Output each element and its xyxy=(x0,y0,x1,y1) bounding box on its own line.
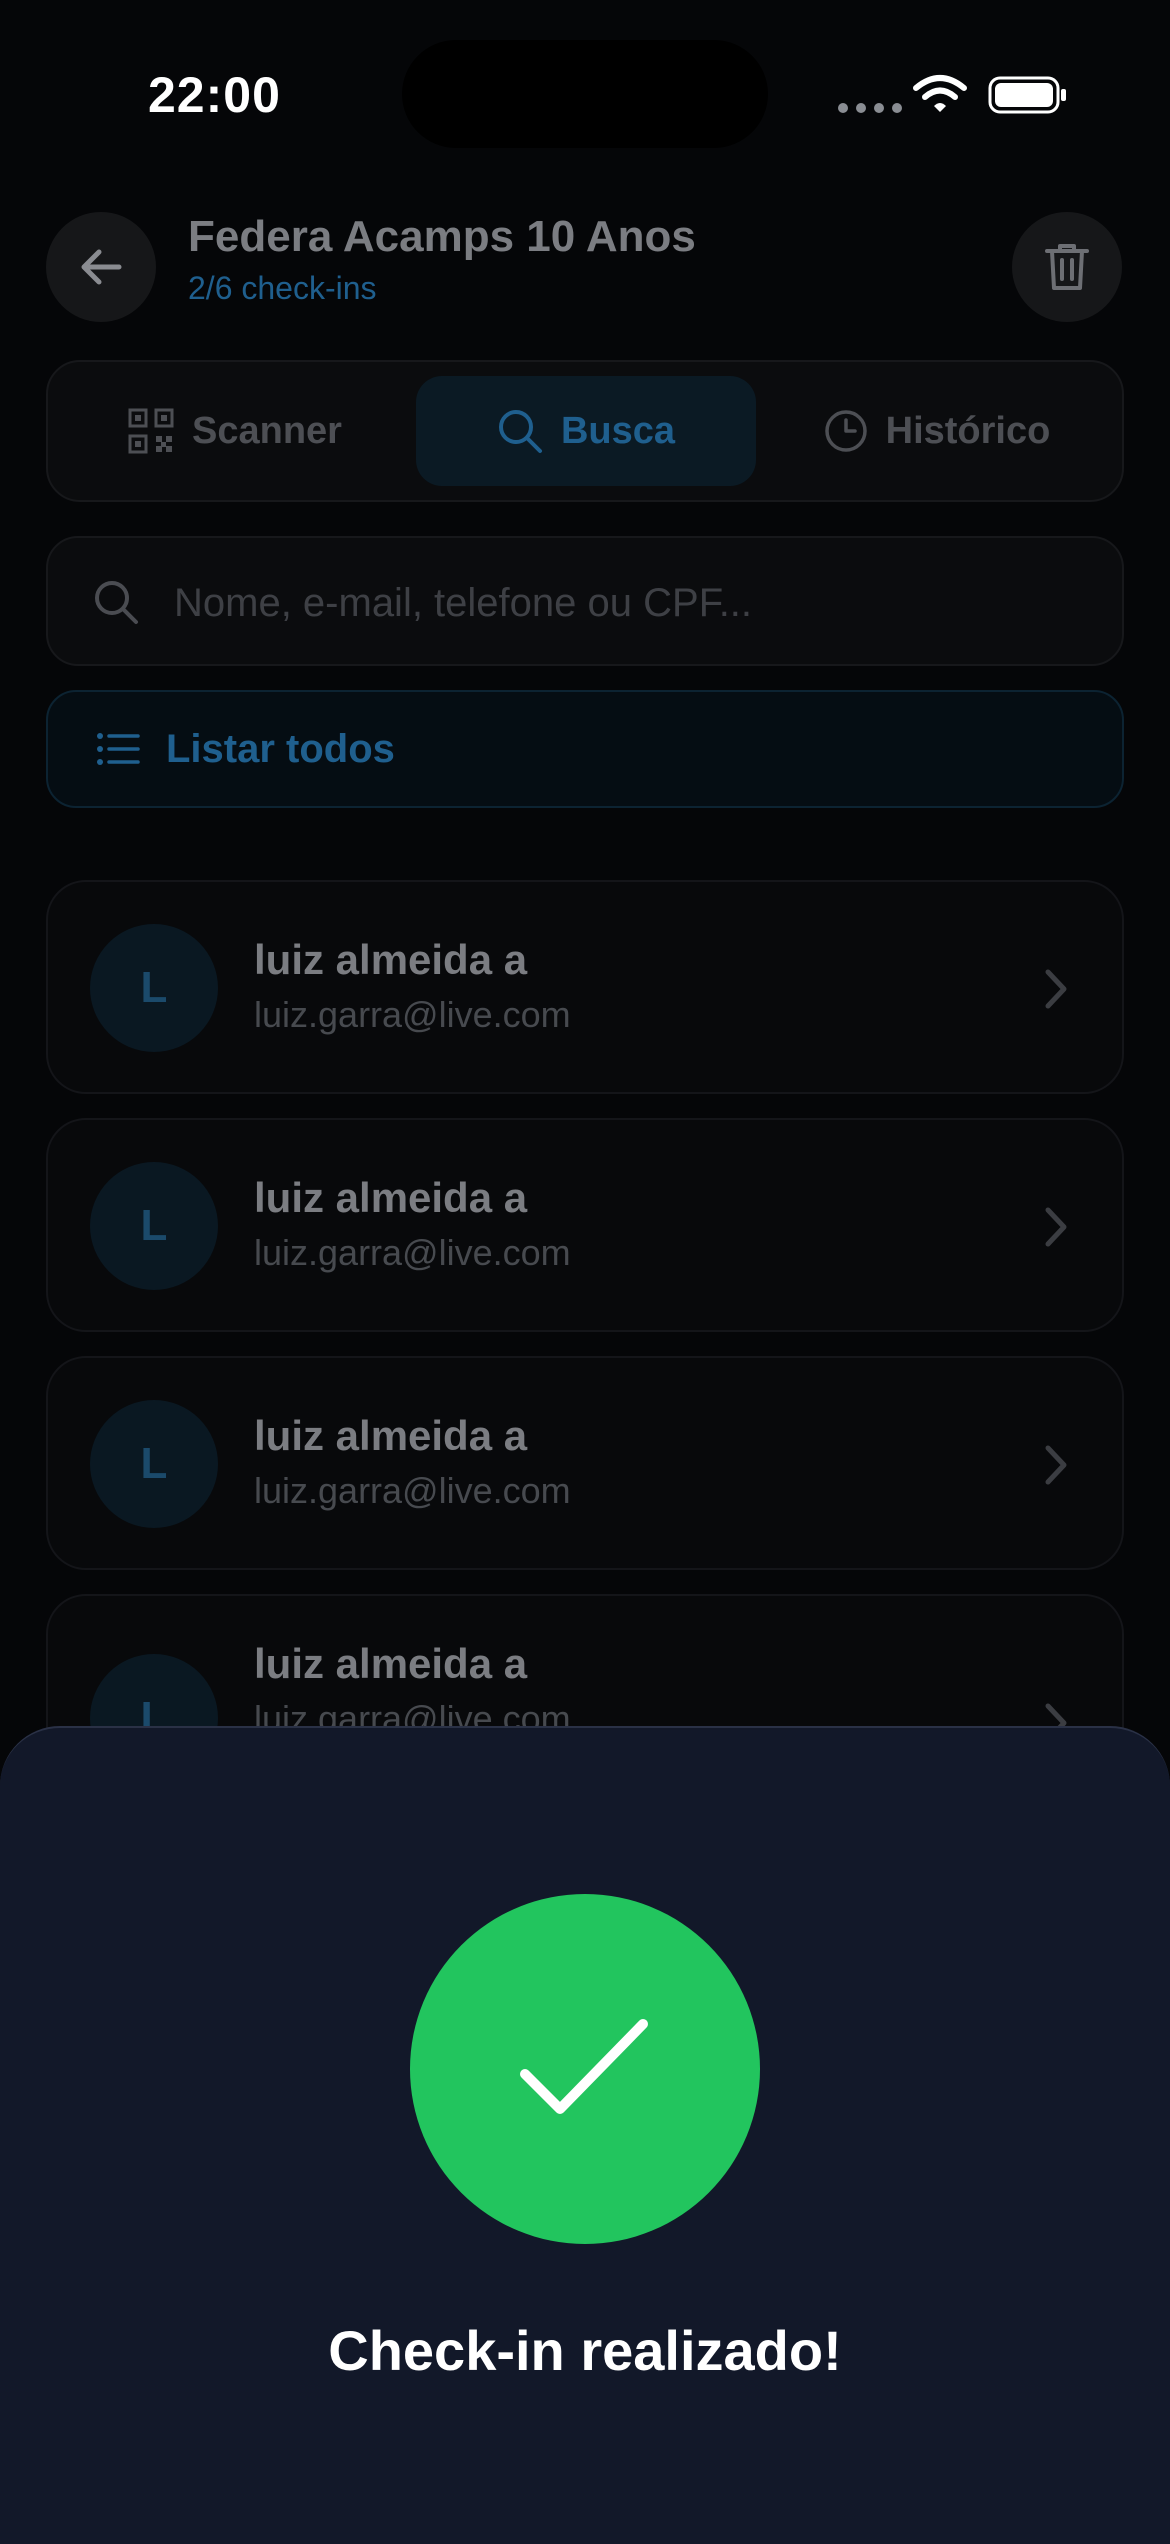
qr-code-icon xyxy=(128,408,174,454)
attendee-name: luiz almeida a xyxy=(254,1412,528,1459)
attendee-email: luiz.garra@live.com xyxy=(254,1232,571,1273)
wifi-icon xyxy=(913,75,967,112)
status-time: 22:00 xyxy=(148,67,281,123)
clock-icon xyxy=(824,410,867,452)
search-input[interactable] xyxy=(174,568,1074,638)
dynamic-island xyxy=(402,40,768,148)
tab-historico-label: Histórico xyxy=(885,409,1051,452)
chevron-right-icon xyxy=(1045,1207,1067,1247)
attendee-email: luiz.garra@live.com xyxy=(254,1470,571,1511)
list-icon xyxy=(97,733,140,765)
checkin-count: 2/6 check-ins xyxy=(188,270,377,306)
attendee-name: luiz almeida a xyxy=(254,936,528,983)
tab-scanner[interactable]: Scanner xyxy=(62,376,408,486)
success-badge xyxy=(410,1894,760,2244)
status-bar: 22:00 xyxy=(0,0,1170,190)
attendee-name: luiz almeida a xyxy=(254,1174,528,1221)
attendee-email: luiz.garra@live.com xyxy=(254,994,571,1035)
list-all-label: Listar todos xyxy=(166,726,395,771)
checkin-success-sheet: Check-in realizado! xyxy=(0,1726,1170,2544)
search-icon xyxy=(95,581,138,624)
avatar: L xyxy=(90,1162,218,1290)
attendee-name: luiz almeida a xyxy=(254,1640,528,1687)
screen: 22:00 Federa Acamps 10 Anos 2/6 check-in… xyxy=(0,0,1170,2544)
list-item[interactable]: L luiz almeida a luiz.garra@live.com xyxy=(46,1356,1124,1570)
event-title: Federa Acamps 10 Anos xyxy=(188,212,696,261)
tab-busca[interactable]: Busca xyxy=(416,376,756,486)
delete-button[interactable] xyxy=(1012,212,1122,322)
battery-icon xyxy=(988,76,1066,114)
header: Federa Acamps 10 Anos 2/6 check-ins xyxy=(0,200,1170,330)
list-item[interactable]: L luiz almeida a luiz.garra@live.com xyxy=(46,880,1124,1094)
list-all-button[interactable]: Listar todos xyxy=(46,690,1124,808)
chevron-right-icon xyxy=(1045,969,1067,1009)
list-item[interactable]: L luiz almeida a luiz.garra@live.com xyxy=(46,1118,1124,1332)
tab-scanner-label: Scanner xyxy=(192,409,342,452)
arrow-left-icon xyxy=(81,249,122,285)
tab-historico[interactable]: Histórico xyxy=(764,376,1110,486)
chevron-right-icon xyxy=(1045,1445,1067,1485)
tab-busca-label: Busca xyxy=(560,409,676,452)
search-icon xyxy=(498,410,542,453)
checkmark-icon xyxy=(520,2019,648,2114)
back-button[interactable] xyxy=(46,212,156,322)
cellular-signal-icon xyxy=(838,103,902,113)
avatar: L xyxy=(90,1400,218,1528)
success-message: Check-in realizado! xyxy=(328,2319,842,2382)
avatar: L xyxy=(90,924,218,1052)
tab-bar: Scanner Busca Histórico xyxy=(46,360,1124,502)
search-field xyxy=(46,536,1124,666)
trash-icon xyxy=(1045,244,1089,290)
